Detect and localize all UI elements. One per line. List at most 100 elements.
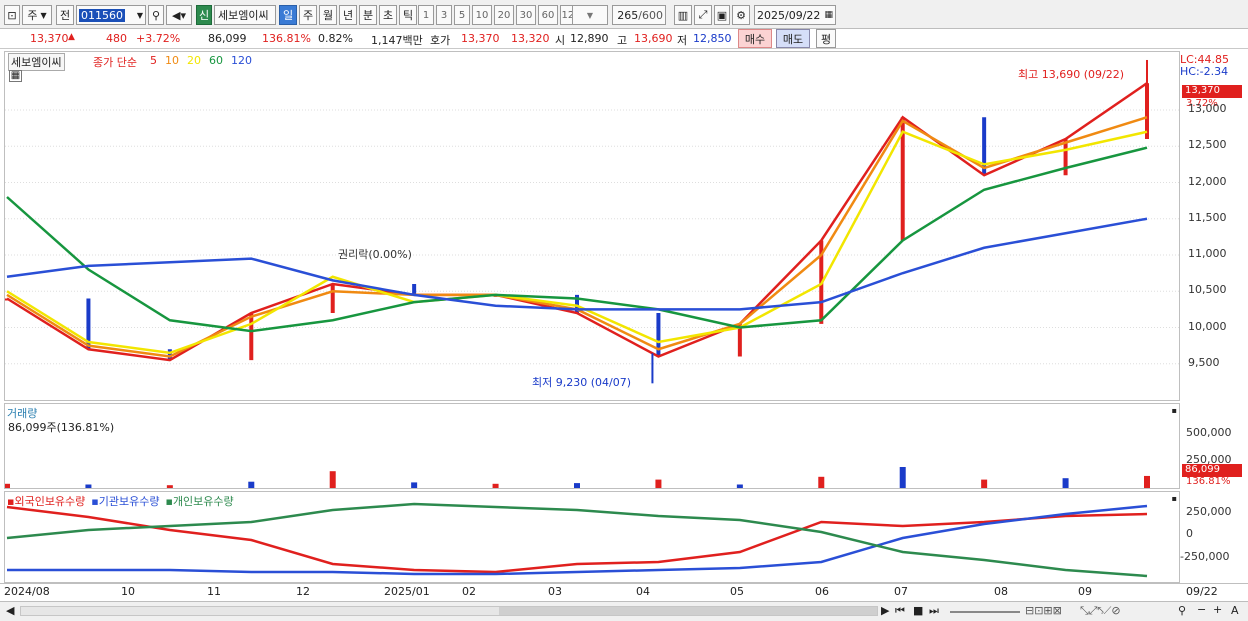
timeframe-tab-1[interactable]: 주 <box>299 5 317 25</box>
open-label: 시 <box>555 34 566 47</box>
volume-bar-9 <box>736 484 743 488</box>
window-icon[interactable]: ⊡ <box>4 5 20 25</box>
tool-icons[interactable]: ⤡⤢⤣⟋⊘ <box>1080 604 1121 618</box>
volume-bar-12 <box>981 479 988 488</box>
bottom-toolbar: ◀ ▶ ⏮ ■ ⏭ ⊟⊡⊞⊠ ⤡⤢⤣⟋⊘ ⚲ − + A <box>0 601 1248 621</box>
low-price: 12,850 <box>693 32 732 45</box>
x-label-4: 2025/01 <box>384 585 430 598</box>
save-icon[interactable]: ▣ <box>714 5 730 25</box>
price-change: 480 <box>106 32 127 45</box>
volume-value: 86,099 <box>208 32 247 45</box>
buy-button[interactable]: 매수 <box>738 29 772 48</box>
new-badge: 신 <box>196 5 212 25</box>
volume-bar-6 <box>492 483 499 488</box>
quote-bar: 13,370 ▲ 480 +3.72% 86,099 136.81% 0.82%… <box>0 29 1248 49</box>
x-label-5: 02 <box>462 585 476 598</box>
price-chart-panel: 세보엠이씨 종가 단순 5 10 20 60 120 ▦ 최고 13,690 (09/2… <box>4 51 1180 401</box>
timeframe-tab-4[interactable]: 분 <box>359 5 377 25</box>
vol-tick-500000: 500,000 <box>1186 426 1232 439</box>
speaker-icon[interactable]: ◀▾ <box>166 5 192 25</box>
ask-price: 13,370 <box>461 32 500 45</box>
volume-bar-1 <box>85 484 92 488</box>
period-unit-select[interactable]: 주 ▼ <box>22 5 52 25</box>
calendar-icon: ▦ <box>824 10 833 20</box>
timeframe-tab-6[interactable]: 틱 <box>399 5 417 25</box>
code-input[interactable]: 011560 ▼ <box>76 5 146 25</box>
interval-button-5[interactable]: 5 <box>454 5 470 25</box>
x-label-1: 10 <box>121 585 135 598</box>
x-label-9: 06 <box>815 585 829 598</box>
candle-4 <box>330 284 335 313</box>
low-label: 저 <box>677 34 688 47</box>
candle-3 <box>249 313 254 361</box>
candle-13 <box>1063 139 1068 176</box>
stock-name: 세보엠이씨 <box>214 5 276 25</box>
scrollbar[interactable] <box>20 606 878 616</box>
hold-tick-250000: 250,000 <box>1186 505 1232 518</box>
zoom-in-icon[interactable]: + <box>1213 603 1222 616</box>
hold-tick-0: 0 <box>1186 527 1193 540</box>
x-label-12: 09 <box>1078 585 1092 598</box>
price-tick-2: 12,000 <box>1188 174 1227 188</box>
x-label-10: 07 <box>894 585 908 598</box>
high-label: 고 <box>617 34 628 47</box>
price-tick-0: 13,000 <box>1188 102 1227 115</box>
ma-line-5 <box>6 82 1148 362</box>
chevron-down-icon: ▼ <box>40 10 47 20</box>
last-icon[interactable]: ⏭ <box>929 604 939 618</box>
date-input[interactable]: 2025/09/22 ▦ <box>754 5 836 25</box>
prev-button[interactable]: 전 <box>56 5 74 25</box>
price-tick-5: 10,500 <box>1188 283 1227 297</box>
volume-bar-13 <box>1062 478 1069 488</box>
current-price: 13,370 <box>30 32 69 45</box>
volume-bar-4 <box>329 471 336 488</box>
scroll-right-icon[interactable]: ▶ <box>881 604 889 617</box>
interval-button-3[interactable]: 3 <box>436 5 452 25</box>
sell-button[interactable]: 매도 <box>776 29 810 48</box>
interval-select[interactable]: ▼ <box>572 5 608 25</box>
count-input[interactable]: 265/600 <box>612 5 666 25</box>
interval-button-30[interactable]: 30 <box>516 5 536 25</box>
candle-5 <box>412 284 417 295</box>
volume-bar-3 <box>248 481 255 488</box>
scroll-left-icon[interactable]: ◀ <box>6 604 14 617</box>
draw-icon[interactable]: ⤢ <box>694 5 712 25</box>
low-note: 최저 9,230 (04/07) <box>532 376 632 389</box>
volume-bar-7 <box>574 483 580 488</box>
open-price: 12,890 <box>570 32 609 45</box>
timeframe-tab-0[interactable]: 일 <box>279 5 297 25</box>
font-icon[interactable]: A <box>1231 604 1239 617</box>
price-tick-4: 11,000 <box>1188 247 1227 260</box>
eval-button[interactable]: 평 <box>816 29 836 48</box>
volume-bar-5 <box>411 482 418 488</box>
hold-tick-neg250000: -250,000 <box>1180 550 1230 563</box>
zoom-out-icon[interactable]: − <box>1197 603 1206 616</box>
holdings-line-0 <box>6 505 1148 574</box>
interval-button-20[interactable]: 20 <box>494 5 514 25</box>
holdings-axis: 250,000 0 -250,000 <box>1180 491 1248 583</box>
timeframe-tab-5[interactable]: 초 <box>379 5 397 25</box>
interval-button-10[interactable]: 10 <box>472 5 492 25</box>
toolbar: ⊡ 주 ▼ 전 011560 ▼ ⚲ ◀▾ 신 세보엠이씨 일주월년분초틱 135… <box>0 0 1248 29</box>
scrollbar-thumb[interactable] <box>499 607 877 615</box>
volume-panel: 거래량 86,099주(136.81%) ▪ <box>4 403 1180 489</box>
first-icon[interactable]: ⏮ <box>895 604 905 618</box>
interval-button-1[interactable]: 1 <box>418 5 434 25</box>
zoom-search-icon[interactable]: ⚲ <box>1178 604 1186 617</box>
trade-amount: 1,147백만 <box>371 34 423 47</box>
high-note: 최고 13,690 (09/22) <box>1018 68 1125 81</box>
stop-icon[interactable]: ■ <box>913 604 923 617</box>
timeframe-tab-2[interactable]: 월 <box>319 5 337 25</box>
x-label-3: 12 <box>296 585 310 598</box>
volume-bar-11 <box>899 467 906 488</box>
hc-value: HC:-2.34 <box>1180 65 1229 78</box>
search-icon[interactable]: ⚲ <box>148 5 164 25</box>
timeframe-tab-3[interactable]: 년 <box>339 5 357 25</box>
layout-icons[interactable]: ⊟⊡⊞⊠ <box>1025 604 1062 617</box>
x-axis: 2024/08 10 11 12 2025/01 02 03 04 05 06 07 08 09 09/2… <box>0 583 1248 600</box>
interval-button-60[interactable]: 60 <box>538 5 558 25</box>
price-tick-3: 11,500 <box>1188 210 1227 224</box>
gear-icon[interactable]: ⚙ <box>732 5 750 25</box>
candle-icon[interactable]: ▥ <box>674 5 692 25</box>
zoom-slider[interactable] <box>950 611 1020 613</box>
